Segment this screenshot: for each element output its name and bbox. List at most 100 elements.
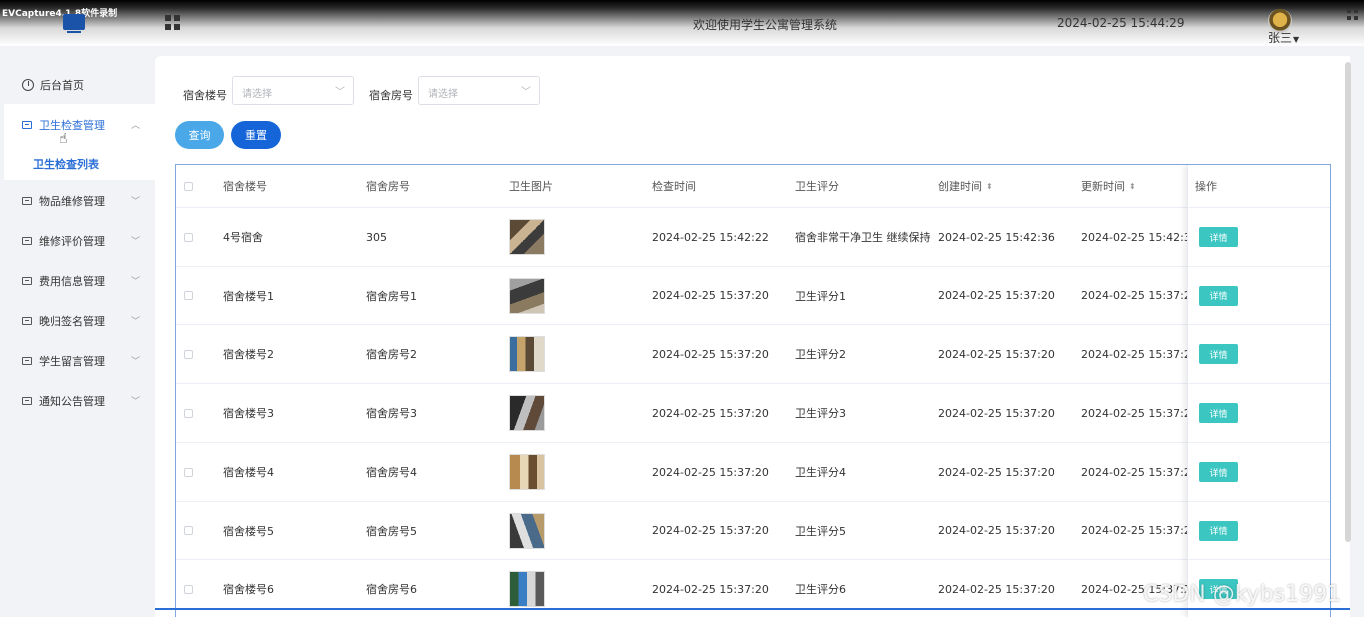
sidebar-item-notices[interactable]: 通知公告管理 ﹀ — [22, 391, 147, 411]
sidebar-item-label: 维修评价管理 — [39, 235, 105, 248]
grid-menu-icon[interactable] — [165, 15, 180, 30]
col-header-operation-row: 操作 — [1188, 165, 1330, 208]
hygiene-image-thumbnail[interactable] — [509, 277, 545, 314]
chevron-up-icon: ︿ — [130, 121, 140, 131]
cell-updated: 2024-02-25 15:37:20 — [1081, 289, 1198, 302]
cell-room: 宿舍房号5 — [366, 524, 417, 538]
table-row: 4号宿舍 305 2024-02-25 15:42:22 宿舍非常干净卫生 继续… — [176, 208, 1330, 267]
sidebar-item-label: 学生留言管理 — [39, 355, 105, 368]
table-row: 宿舍楼号3 宿舍房号3 2024-02-25 15:37:20 卫生评分3 20… — [176, 384, 1330, 443]
cell-updated: 2024-02-25 15:42:36 — [1081, 230, 1198, 244]
query-button[interactable]: 查询 — [175, 121, 224, 149]
user-menu[interactable]: 张三▼ — [1268, 29, 1299, 46]
cell-updated: 2024-02-25 15:37:20 — [1081, 406, 1198, 420]
hygiene-image-thumbnail[interactable] — [509, 454, 545, 490]
row-checkbox[interactable] — [184, 467, 193, 477]
sidebar-item-fees[interactable]: 费用信息管理 ﹀ — [22, 271, 147, 291]
chevron-down-icon: ﹀ — [130, 357, 140, 367]
sidebar-item-repair[interactable]: 物品维修管理 ﹀ — [22, 191, 147, 211]
col-header-operation: 操作 — [1195, 180, 1217, 193]
hygiene-image-thumbnail[interactable] — [509, 395, 545, 431]
detail-button[interactable]: 详情 — [1199, 285, 1238, 306]
detail-button[interactable]: 详情 — [1199, 403, 1238, 423]
cell-created: 2024-02-25 15:37:20 — [938, 524, 1055, 537]
row-checkbox[interactable] — [184, 526, 193, 535]
cell-score: 卫生评分5 — [795, 524, 846, 538]
cell-score: 卫生评分2 — [795, 348, 846, 361]
detail-button[interactable]: 详情 — [1199, 462, 1238, 482]
card-icon — [22, 197, 32, 205]
hygiene-image-thumbnail[interactable] — [509, 571, 545, 607]
cell-room: 宿舍房号4 — [366, 466, 417, 479]
building-select[interactable]: 请选择 ﹀ — [232, 76, 354, 105]
room-select[interactable]: 请选择 ﹀ — [418, 76, 540, 105]
col-header-updated[interactable]: 更新时间 ⬍ — [1081, 165, 1136, 207]
sidebar-item-hygiene[interactable]: 卫生检查管理 ︿ — [22, 115, 147, 135]
detail-button[interactable]: 详情 — [1199, 344, 1238, 364]
monitor-icon — [63, 14, 85, 33]
main-panel: 宿舍楼号 请选择 ﹀ 宿舍房号 请选择 ﹀ 查询 重置 宿舍楼号 宿舍房号 卫生… — [155, 56, 1350, 617]
cell-updated: 2024-02-25 15:37:20 — [1081, 524, 1198, 537]
col-header-image: 卫生图片 — [509, 180, 553, 193]
table-header: 宿舍楼号 宿舍房号 卫生图片 检查时间 卫生评分 创建时间 ⬍ 更新时间 ⬍ — [176, 165, 1330, 208]
cell-created: 2024-02-25 15:37:20 — [938, 289, 1055, 302]
cell-check-time: 2024-02-25 15:37:20 — [652, 406, 769, 420]
clock-icon — [22, 79, 34, 91]
row-checkbox[interactable] — [184, 232, 193, 242]
operation-column: 操作 详情 详情 详情 详情 详情 详情 详情 — [1187, 165, 1330, 617]
detail-button[interactable]: 详情 — [1199, 520, 1238, 541]
row-checkbox[interactable] — [184, 349, 193, 359]
sidebar-item-repair-review[interactable]: 维修评价管理 ﹀ — [22, 231, 147, 251]
operation-cell: 详情 — [1188, 267, 1330, 325]
cell-room: 宿舍房号2 — [366, 348, 417, 361]
select-all-checkbox[interactable] — [184, 181, 193, 191]
card-icon — [22, 277, 32, 285]
watermark: CSDN @kybs1991 — [1143, 582, 1342, 607]
hygiene-image-thumbnail[interactable] — [509, 336, 545, 372]
row-checkbox[interactable] — [184, 408, 193, 418]
chevron-down-icon: ﹀ — [521, 87, 531, 98]
chevron-down-icon: ﹀ — [335, 87, 345, 98]
operation-cell: 详情 — [1188, 384, 1330, 443]
data-table: 宿舍楼号 宿舍房号 卫生图片 检查时间 卫生评分 创建时间 ⬍ 更新时间 ⬍ 4号宿… — [175, 164, 1331, 617]
cell-updated: 2024-02-25 15:37:20 — [1081, 347, 1198, 361]
sidebar-subitem-hygiene-list[interactable]: 卫生检查列表 — [33, 156, 99, 172]
username-label: 张三 — [1268, 31, 1293, 45]
vertical-scrollbar[interactable] — [1345, 62, 1351, 542]
room-filter-label: 宿舍房号 — [369, 89, 413, 102]
table-row: 宿舍楼号1 宿舍房号1 2024-02-25 15:37:20 卫生评分1 20… — [176, 267, 1330, 325]
cell-created: 2024-02-25 15:42:36 — [938, 230, 1055, 244]
building-select-placeholder: 请选择 — [242, 89, 272, 100]
sidebar-item-label: 卫生检查管理 — [39, 119, 105, 132]
hygiene-image-thumbnail[interactable] — [509, 219, 545, 255]
detail-button[interactable]: 详情 — [1199, 227, 1238, 247]
row-checkbox[interactable] — [184, 291, 193, 300]
room-select-placeholder: 请选择 — [428, 89, 458, 100]
cell-building: 宿舍楼号2 — [223, 348, 274, 361]
sidebar-item-home[interactable]: 后台首页 — [22, 75, 147, 95]
sidebar-item-label: 通知公告管理 — [39, 395, 105, 408]
fullscreen-icon[interactable] — [1347, 9, 1358, 20]
cell-score: 卫生评分4 — [795, 466, 846, 479]
bottom-accent-line — [155, 608, 1350, 610]
welcome-text: 欢迎使用学生公寓管理系统 — [693, 18, 838, 32]
cell-check-time: 2024-02-25 15:37:20 — [652, 289, 769, 302]
chevron-down-icon: ﹀ — [130, 397, 140, 407]
sidebar-item-label: 晚归签名管理 — [39, 315, 105, 328]
sidebar-item-late-return[interactable]: 晚归签名管理 ﹀ — [22, 311, 147, 331]
hygiene-image-thumbnail[interactable] — [509, 512, 545, 549]
current-datetime: 2024-02-25 15:44:29 — [1057, 16, 1185, 30]
cell-score: 卫生评分3 — [795, 407, 846, 420]
reset-button[interactable]: 重置 — [231, 121, 281, 149]
card-icon — [22, 317, 32, 325]
col-header-created-label: 创建时间 — [938, 180, 982, 193]
row-checkbox[interactable] — [184, 584, 193, 594]
sidebar-item-messages[interactable]: 学生留言管理 ﹀ — [22, 351, 147, 371]
card-icon — [22, 397, 32, 405]
col-header-created[interactable]: 创建时间 ⬍ — [938, 165, 993, 207]
card-icon — [22, 237, 32, 245]
cell-room: 305 — [366, 230, 387, 244]
table-row: 宿舍楼号4 宿舍房号4 2024-02-25 15:37:20 卫生评分4 20… — [176, 443, 1330, 502]
col-header-score: 卫生评分 — [795, 180, 839, 193]
cell-created: 2024-02-25 15:37:20 — [938, 465, 1055, 479]
